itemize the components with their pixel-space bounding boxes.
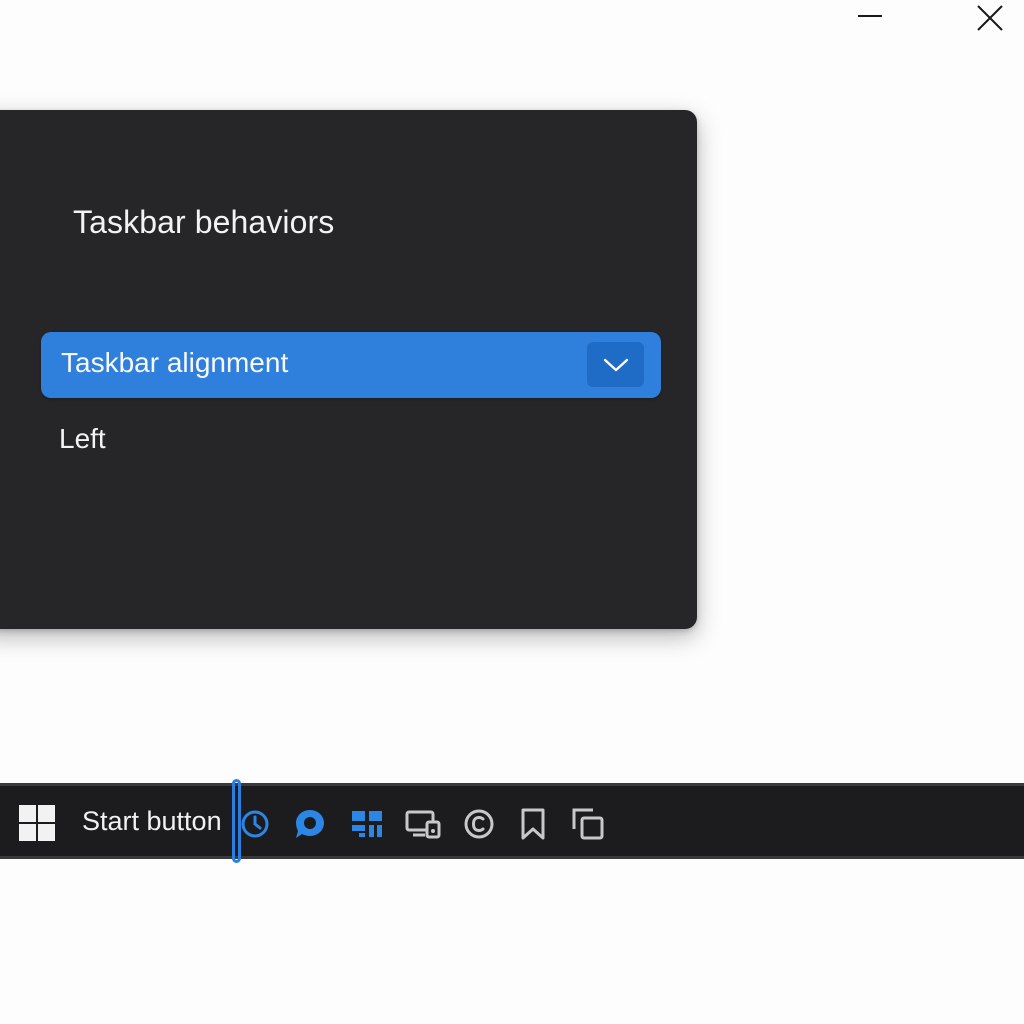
panel-title: Taskbar behaviors [73, 204, 335, 240]
bookmark-button[interactable] [515, 806, 551, 842]
windows-logo-icon [19, 805, 55, 841]
copyright-button[interactable] [461, 806, 497, 842]
widgets-icon [352, 811, 382, 837]
minimize-button[interactable] [842, 0, 898, 40]
chat-icon [296, 810, 324, 838]
focus-indicator [232, 779, 241, 863]
clock-button[interactable] [237, 806, 273, 842]
taskbar-alignment-dropdown[interactable]: Taskbar alignment [41, 332, 661, 398]
taskbar: Start button [0, 783, 1024, 859]
chat-button[interactable] [292, 806, 328, 842]
option-left[interactable]: Left [59, 425, 106, 453]
start-button-label: Start button [82, 806, 222, 836]
task-view-button[interactable] [570, 806, 606, 842]
widgets-button[interactable] [349, 806, 385, 842]
copyright-icon [464, 809, 494, 839]
devices-icon [405, 810, 441, 839]
start-button[interactable] [18, 804, 58, 844]
chevron-down-icon [603, 358, 628, 371]
minimize-icon [858, 15, 882, 17]
screen: Taskbar behaviors Taskbar alignment Left… [0, 0, 1024, 1024]
close-icon [977, 5, 1003, 31]
task-view-icon [572, 808, 604, 840]
close-button[interactable] [962, 0, 1018, 40]
clock-icon [241, 810, 269, 838]
devices-button[interactable] [405, 806, 441, 842]
dropdown-label: Taskbar alignment [61, 347, 289, 378]
chevron-button[interactable] [587, 342, 644, 387]
bookmark-icon [521, 808, 545, 840]
